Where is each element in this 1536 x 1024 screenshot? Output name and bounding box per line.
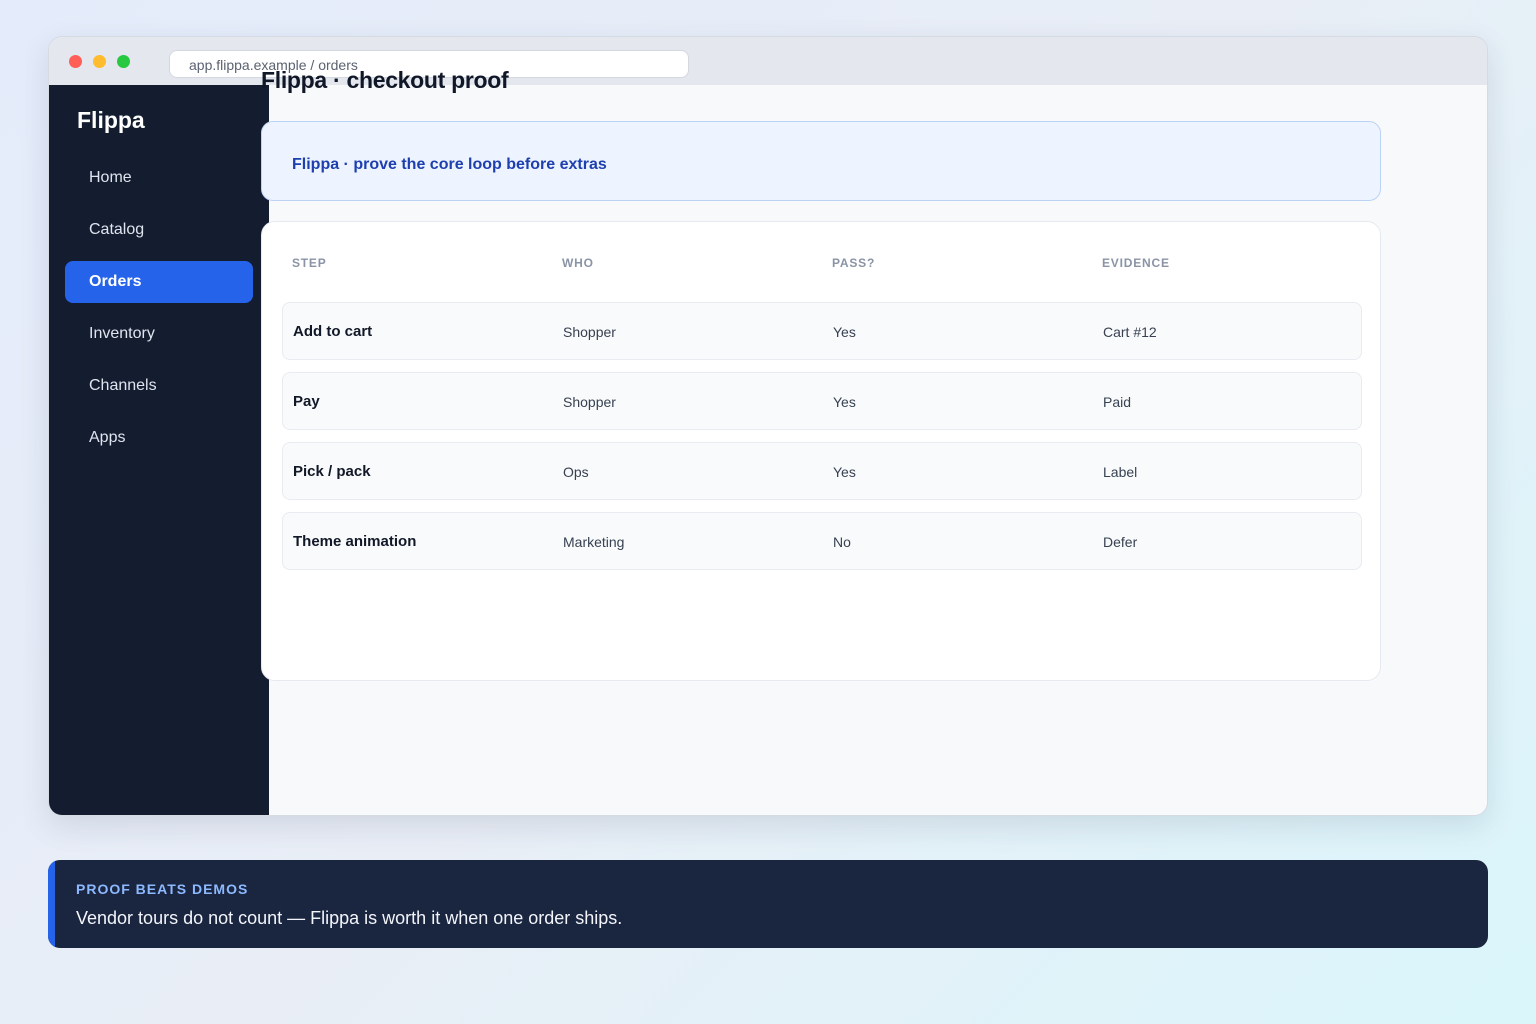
brand-logo: Flippa xyxy=(77,107,145,133)
sidebar-item-apps[interactable]: Apps xyxy=(65,417,253,459)
sidebar: Flippa Home Catalog Orders Inventory Cha… xyxy=(49,85,269,815)
cell-who: Marketing xyxy=(563,534,625,550)
cell-evidence: Label xyxy=(1103,464,1138,480)
cell-step: Add to cart xyxy=(293,323,373,340)
cell-who: Ops xyxy=(563,464,589,480)
banner-text: Flippa · prove the core loop before extr… xyxy=(292,156,607,173)
sidebar-item-inventory[interactable]: Inventory xyxy=(65,313,253,355)
cell-pass: Yes xyxy=(833,394,856,410)
cell-step: Pay xyxy=(293,393,320,410)
table-row[interactable]: Pick / pack Ops Yes Label xyxy=(282,442,1362,500)
cell-step: Pick / pack xyxy=(293,463,371,480)
callout-text: Vendor tours do not count — Flippa is wo… xyxy=(76,908,623,928)
cell-who: Shopper xyxy=(563,394,616,410)
sidebar-item-orders[interactable]: Orders xyxy=(65,261,253,303)
column-header-evidence: EVIDENCE xyxy=(1102,256,1170,270)
callout-kicker: PROOF BEATS DEMOS xyxy=(76,881,249,897)
cell-pass: Yes xyxy=(833,464,856,480)
cell-evidence: Cart #12 xyxy=(1103,324,1157,340)
column-header-pass: PASS? xyxy=(832,256,876,270)
cell-evidence: Paid xyxy=(1103,394,1132,410)
proof-callout: PROOF BEATS DEMOS Vendor tours do not co… xyxy=(48,860,1488,948)
minimize-window-icon[interactable] xyxy=(93,55,106,68)
table-row[interactable]: Theme animation Marketing No Defer xyxy=(282,512,1362,570)
column-header-who: WHO xyxy=(562,256,594,270)
sidebar-item-home[interactable]: Home xyxy=(65,157,253,199)
cell-pass: No xyxy=(833,534,851,550)
table-row[interactable]: Add to cart Shopper Yes Cart #12 xyxy=(282,302,1362,360)
column-header-step: STEP xyxy=(292,256,327,270)
cell-evidence: Defer xyxy=(1103,534,1138,550)
callout-accent-bar xyxy=(48,860,55,948)
checkout-proof-table: STEP WHO PASS? EVIDENCE Add to cart Shop… xyxy=(261,221,1381,681)
cell-pass: Yes xyxy=(833,324,856,340)
info-banner: Flippa · prove the core loop before extr… xyxy=(261,121,1381,201)
sidebar-item-channels[interactable]: Channels xyxy=(65,365,253,407)
page-title: Flippa · checkout proof xyxy=(261,67,509,93)
sidebar-item-catalog[interactable]: Catalog xyxy=(65,209,253,251)
close-window-icon[interactable] xyxy=(69,55,82,68)
cell-who: Shopper xyxy=(563,324,616,340)
maximize-window-icon[interactable] xyxy=(117,55,130,68)
table-row[interactable]: Pay Shopper Yes Paid xyxy=(282,372,1362,430)
browser-window: app.flippa.example / orders Flippa Home … xyxy=(48,36,1488,816)
cell-step: Theme animation xyxy=(293,533,417,550)
